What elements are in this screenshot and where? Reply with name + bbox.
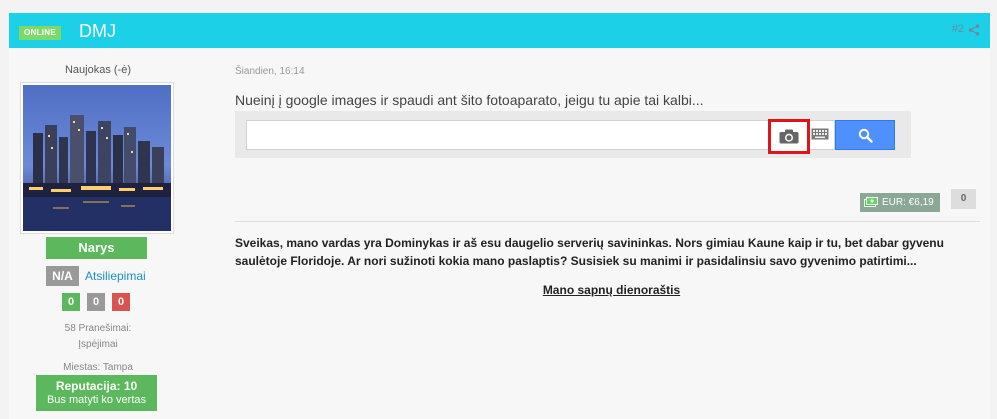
camera-icon[interactable] bbox=[779, 129, 799, 144]
username-link[interactable]: DMJ bbox=[79, 21, 116, 41]
warnings-label: Įspėjimai bbox=[78, 339, 118, 350]
post-text: Nueinį į google images ir spaudi ant šit… bbox=[235, 92, 704, 108]
post-date: Šiandien, 16:14 bbox=[235, 66, 305, 77]
signature-divider bbox=[235, 221, 980, 222]
online-badge: ONLINE bbox=[19, 26, 62, 40]
user-rank: Naujokas (-ė) bbox=[64, 64, 132, 76]
signature-link[interactable]: Mano sapnų dienoraštis bbox=[0, 283, 997, 297]
post-number-link[interactable]: #2 bbox=[952, 23, 964, 35]
money-zero-badge: 0 bbox=[951, 189, 976, 209]
user-group-badge: Narys bbox=[46, 237, 147, 259]
city-label: Miestas: Tampa bbox=[63, 362, 133, 373]
reputation-subtitle: Bus matyti ko vertas bbox=[46, 394, 147, 406]
city-skyline-image bbox=[23, 85, 171, 231]
avatar[interactable] bbox=[20, 82, 174, 234]
share-icon[interactable] bbox=[968, 24, 980, 36]
search-input[interactable] bbox=[246, 120, 835, 150]
money-amount: EUR: €6,19 bbox=[882, 197, 934, 208]
signature-text: Sveikas, mano vardas yra Dominykas ir aš… bbox=[235, 236, 944, 268]
reputation-box: Reputacija: 10 Bus matyti ko vertas bbox=[36, 375, 157, 411]
camera-highlight-box[interactable] bbox=[768, 119, 810, 154]
post-count: 58 Pranešimai: bbox=[64, 323, 132, 334]
money-badge: EUR: €6,19 bbox=[860, 193, 940, 212]
feedback-link[interactable]: Atsiliepimai bbox=[85, 269, 146, 283]
keyboard-icon[interactable] bbox=[811, 128, 829, 140]
search-button[interactable] bbox=[835, 120, 895, 150]
reputation-title: Reputacija: 10 bbox=[55, 379, 138, 393]
magnifier-icon bbox=[858, 128, 873, 143]
post-header: ONLINE DMJ #2 bbox=[9, 13, 990, 48]
google-search-screenshot bbox=[235, 111, 911, 158]
money-icon bbox=[864, 197, 878, 207]
